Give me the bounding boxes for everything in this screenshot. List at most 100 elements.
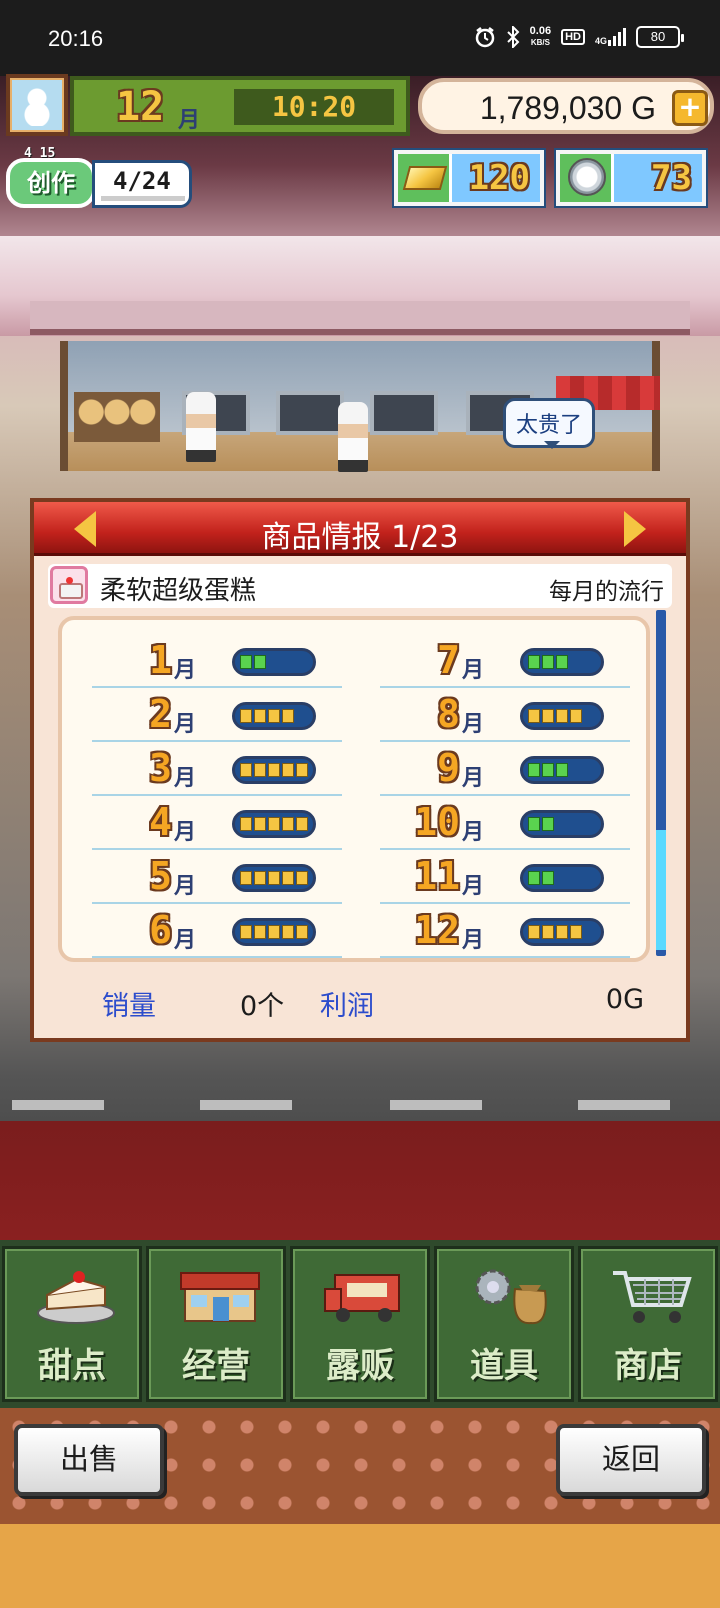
- gold-bar-icon: [402, 166, 448, 190]
- meter-segment: [296, 925, 308, 939]
- meter-segment: [268, 709, 280, 723]
- month-number: 7: [437, 638, 460, 682]
- popularity-meter: [232, 918, 316, 946]
- meter-segment: [556, 925, 568, 939]
- next-arrow-icon[interactable]: [624, 511, 646, 547]
- menu-item-dessert[interactable]: 甜点: [2, 1246, 142, 1402]
- meter-segment: [282, 763, 294, 777]
- current-month: 12: [116, 84, 165, 130]
- month-unit: 月: [462, 712, 485, 737]
- chef-character: [186, 392, 216, 462]
- month-unit: 月: [178, 108, 201, 133]
- month-row: 7月: [380, 634, 630, 688]
- scrollbar-thumb[interactable]: [656, 830, 666, 950]
- meter-segment: [542, 655, 554, 669]
- month-number: 1: [149, 638, 172, 682]
- meter-segment: [570, 763, 582, 777]
- meter-segment: [542, 871, 554, 885]
- meter-segment: [570, 709, 582, 723]
- scrollbar[interactable]: [656, 610, 666, 956]
- popularity-meter: [520, 918, 604, 946]
- menu-item-items[interactable]: 道具: [434, 1246, 574, 1402]
- menu-item-store[interactable]: 商店: [578, 1246, 718, 1402]
- menu-item-food-truck[interactable]: 露贩: [290, 1246, 430, 1402]
- meter-segment: [296, 763, 308, 777]
- avatar[interactable]: [6, 74, 68, 136]
- product-name: 柔软超级蛋糕: [100, 576, 257, 606]
- popularity-meter: [520, 810, 604, 838]
- money-display: 1,789,030 G +: [418, 78, 714, 134]
- profit-label: 利润: [320, 991, 374, 1022]
- road-line: [200, 1100, 292, 1110]
- month-unit: 月: [462, 820, 485, 845]
- alarm-icon: [475, 27, 494, 48]
- oven: [370, 391, 438, 435]
- bottom-bar: [0, 1524, 720, 1608]
- popularity-meter: [232, 702, 316, 730]
- month-unit: 月: [174, 928, 197, 953]
- meter-segment: [556, 763, 568, 777]
- meter-segment: [584, 655, 596, 669]
- meter-segment: [528, 655, 540, 669]
- add-money-button[interactable]: +: [672, 90, 708, 126]
- meter-segment: [556, 871, 568, 885]
- menu-item-management[interactable]: 经营: [146, 1246, 286, 1402]
- month-row: 9月: [380, 742, 630, 796]
- meter-segment: [268, 925, 280, 939]
- month-number: 12: [414, 908, 460, 952]
- bottom-menu: 甜点 经营 露贩 道具 商店: [0, 1240, 720, 1408]
- date-bar: 12 月 10:20: [70, 76, 410, 136]
- popularity-meter: [232, 864, 316, 892]
- gold-count: 120: [468, 158, 530, 198]
- meter-segment: [584, 925, 596, 939]
- months-column-right: 7 月 8 月 9 月 10 月 11 月 12 月: [380, 634, 630, 958]
- meter-segment: [240, 763, 252, 777]
- menu-label: 露贩: [326, 1346, 394, 1386]
- meter-segment: [296, 817, 308, 831]
- meter-segment: [268, 655, 280, 669]
- meter-segment: [570, 871, 582, 885]
- popularity-meter: [232, 810, 316, 838]
- road-line: [390, 1100, 482, 1110]
- meter-segment: [528, 817, 540, 831]
- meter-segment: [556, 817, 568, 831]
- popularity-meter: [520, 702, 604, 730]
- month-row: 3月: [92, 742, 342, 796]
- month-row: 6月: [92, 904, 342, 958]
- silver-coin-icon: [568, 158, 606, 196]
- sell-button[interactable]: 出售: [14, 1424, 164, 1496]
- back-button[interactable]: 返回: [556, 1424, 706, 1496]
- popularity-meter: [520, 648, 604, 676]
- chef-character: [338, 402, 368, 472]
- silver-resource: 73: [556, 150, 706, 206]
- snowman-icon: [24, 86, 50, 126]
- shop-icon: [180, 1272, 260, 1322]
- meter-segment: [268, 763, 280, 777]
- month-row: 5月: [92, 850, 342, 904]
- status-time: 20:16: [48, 26, 104, 51]
- meter-segment: [240, 709, 252, 723]
- meter-segment: [584, 871, 596, 885]
- menu-label: 商店: [614, 1346, 682, 1386]
- month-unit: 月: [174, 766, 197, 791]
- dialog-title: 商品情报 1/23: [261, 520, 459, 555]
- meter-segment: [570, 655, 582, 669]
- month-number: 10: [414, 800, 460, 844]
- month-unit: 月: [462, 658, 485, 683]
- month-number: 4: [149, 800, 172, 844]
- meter-segment: [296, 871, 308, 885]
- popularity-meter: [232, 756, 316, 784]
- product-row: 柔软超级蛋糕 每月的流行: [48, 564, 672, 608]
- month-unit: 月: [174, 820, 197, 845]
- meter-segment: [282, 817, 294, 831]
- game-clock: 10:20: [234, 89, 394, 125]
- meter-segment: [556, 655, 568, 669]
- meter-segment: [528, 709, 540, 723]
- month-unit: 月: [462, 928, 485, 953]
- month-row: 10 月: [380, 796, 630, 850]
- month-unit: 月: [462, 874, 485, 899]
- speech-bubble: 太贵了: [503, 398, 596, 449]
- create-button[interactable]: 创作: [6, 158, 96, 208]
- meter-segment: [268, 871, 280, 885]
- month-row: 12 月: [380, 904, 630, 958]
